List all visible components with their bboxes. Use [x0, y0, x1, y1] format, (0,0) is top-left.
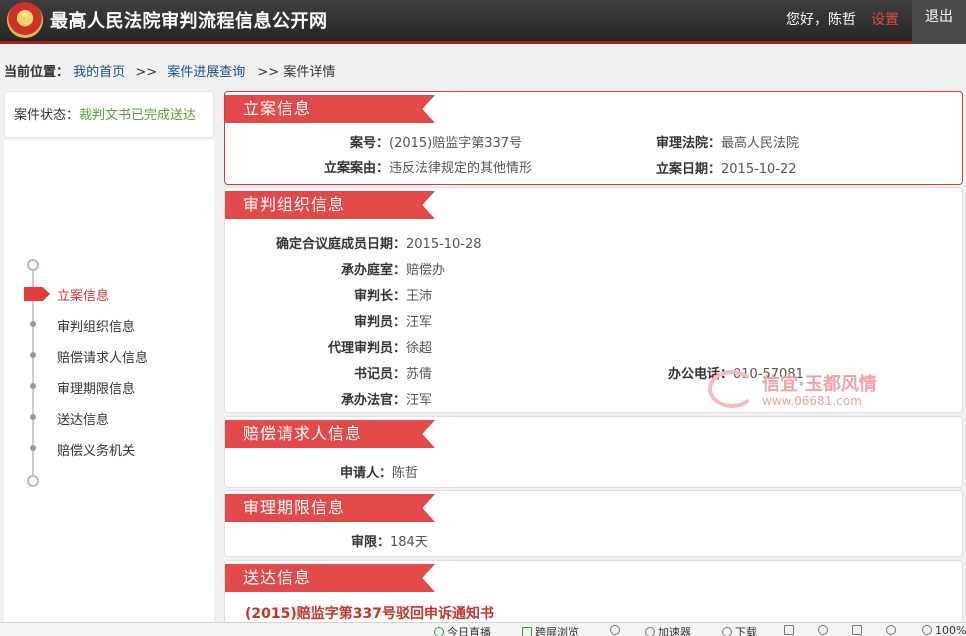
chief-judge-label: 审判长： — [353, 289, 406, 304]
nav-item-obligor[interactable]: 赔偿义务机关 — [57, 440, 135, 459]
timeline-dot — [30, 414, 36, 420]
handling-judge-row: 承办法官：汪军 — [225, 389, 432, 408]
nav-item-term[interactable]: 审理期限信息 — [57, 378, 135, 397]
statusbar-zoom-label: 100% — [935, 624, 966, 636]
statusbar-reader-label: 跨屏浏览 — [535, 626, 579, 636]
timeline-end-circle — [27, 475, 39, 487]
panel-date-row: 确定合议庭成员日期：2015-10-28 — [225, 233, 482, 252]
acting-judge-value: 徐超 — [406, 341, 433, 356]
statusbar-sq3[interactable] — [852, 624, 865, 636]
timeline-dot — [30, 445, 36, 451]
office-phone-label: 办公电话： — [667, 367, 733, 382]
window-icon — [784, 625, 794, 635]
breadcrumb-home-link[interactable]: 我的首页 — [73, 65, 125, 80]
acting-judge-label: 代理审判员： — [327, 341, 406, 356]
filing-info-panel: 立案信息 案号：(2015)赔监字第337号 立案案由：违反法律规定的其他情形 … — [224, 91, 963, 185]
refresh-icon — [610, 625, 620, 635]
trial-court-label: 审理法院： — [655, 136, 721, 151]
statusbar-zoom[interactable]: 100% — [922, 624, 966, 636]
court-emblem-icon: ★ — [7, 2, 43, 38]
tribunal-label: 承办庭室： — [340, 263, 406, 278]
statusbar-refresh[interactable] — [610, 624, 623, 636]
statusbar-sq1[interactable] — [784, 624, 797, 636]
term-limit-label: 审限： — [350, 535, 390, 550]
statusbar-reader[interactable]: 跨屏浏览 — [522, 624, 579, 636]
service-document-link[interactable]: (2015)赔监字第337号驳回申诉通知书 — [245, 603, 494, 623]
acting-judge-row: 代理审判员：徐超 — [225, 337, 432, 356]
trial-court-row: 审理法院：最高人民法院 — [225, 132, 799, 151]
chief-judge-value: 王沛 — [406, 289, 433, 304]
mute-icon — [886, 625, 896, 635]
breadcrumb-separator: >> — [135, 65, 158, 80]
office-phone-row: 办公电话：010-57081 — [225, 363, 804, 382]
timeline-start-circle — [27, 259, 39, 271]
speedometer-icon — [645, 627, 655, 636]
applicant-value: 陈哲 — [392, 466, 419, 481]
timeline-dot — [30, 352, 36, 358]
nav-item-organization[interactable]: 审判组织信息 — [57, 316, 135, 335]
applicant-label: 申请人： — [339, 466, 392, 481]
statusbar-download-label: 下载 — [735, 626, 757, 636]
judge-row: 审判员：汪军 — [225, 311, 432, 330]
term-info-title: 审理期限信息 — [225, 494, 435, 522]
applicant-row: 申请人：陈哲 — [225, 462, 418, 481]
user-greeting: 您好，陈哲 — [786, 12, 856, 28]
statusbar-accelerator-label: 加速器 — [658, 626, 691, 636]
breadcrumb-current: >> 案件详情 — [257, 65, 336, 80]
site-title: 最高人民法院审判流程信息公开网 — [50, 11, 328, 32]
top-header: ★ 最高人民法院审判流程信息公开网 您好，陈哲 设置 退出 — [0, 0, 966, 44]
filing-date-label: 立案日期： — [655, 162, 721, 177]
term-limit-value: 184天 — [390, 535, 428, 550]
panel-date-label: 确定合议庭成员日期： — [275, 237, 406, 252]
panel-date-value: 2015-10-28 — [406, 237, 482, 252]
breadcrumb-query-link[interactable]: 案件进展查询 — [167, 65, 245, 80]
tribunal-value: 赔偿办 — [406, 263, 446, 278]
tribunal-row: 承办庭室：赔偿办 — [225, 259, 445, 278]
nav-item-claimant[interactable]: 赔偿请求人信息 — [57, 347, 148, 366]
timeline-dot — [30, 321, 36, 327]
browser-status-bar: 今日直播 跨屏浏览 加速器 下载 100% — [0, 622, 966, 636]
statusbar-live[interactable]: 今日直播 — [434, 624, 491, 636]
trial-court-value: 最高人民法院 — [721, 136, 800, 151]
shield-icon — [818, 625, 828, 635]
handling-judge-label: 承办法官： — [340, 393, 406, 408]
play-icon — [434, 627, 444, 636]
phone-icon — [522, 627, 532, 636]
service-info-title: 送达信息 — [225, 564, 435, 592]
logout-button[interactable]: 退出 — [912, 0, 966, 44]
claimant-info-panel: 赔偿请求人信息 申请人：陈哲 — [224, 416, 963, 488]
statusbar-accelerator[interactable]: 加速器 — [645, 624, 691, 636]
zoom-icon — [922, 625, 932, 635]
filing-info-title: 立案信息 — [225, 95, 435, 123]
breadcrumb: 当前位置： 我的首页 >> 案件进展查询 >> 案件详情 — [4, 61, 335, 80]
timeline-dot — [30, 383, 36, 389]
handling-judge-value: 汪军 — [406, 393, 433, 408]
term-info-panel: 审理期限信息 审限：184天 — [224, 490, 963, 557]
download-icon — [722, 627, 732, 636]
statusbar-sq4[interactable] — [886, 624, 899, 636]
term-limit-row: 审限：184天 — [225, 531, 428, 550]
nav-item-filing[interactable]: 立案信息 — [57, 285, 109, 304]
case-status-value: 裁判文书已完成送达 — [79, 108, 197, 123]
judge-label: 审判员： — [353, 315, 406, 330]
nav-item-service[interactable]: 送达信息 — [57, 409, 109, 428]
organization-info-panel: 审判组织信息 确定合议庭成员日期：2015-10-28 承办庭室：赔偿办 审判长… — [224, 187, 963, 413]
judge-value: 汪军 — [406, 315, 433, 330]
office-phone-value: 010-57081 — [733, 367, 804, 382]
statusbar-sq2[interactable] — [818, 624, 831, 636]
settings-link[interactable]: 设置 — [871, 9, 899, 29]
breadcrumb-label: 当前位置： — [4, 65, 70, 80]
statusbar-live-label: 今日直播 — [447, 626, 491, 636]
layout-icon — [852, 625, 862, 635]
organization-info-title: 审判组织信息 — [225, 191, 435, 219]
chief-judge-row: 审判长：王沛 — [225, 285, 432, 304]
case-status-label: 案件状态： — [14, 108, 80, 123]
statusbar-download[interactable]: 下载 — [722, 624, 757, 636]
claimant-info-title: 赔偿请求人信息 — [225, 420, 435, 448]
case-status-box: 案件状态：裁判文书已完成送达 — [4, 91, 214, 138]
filing-date-value: 2015-10-22 — [721, 162, 797, 177]
filing-date-row: 立案日期：2015-10-22 — [225, 158, 797, 177]
